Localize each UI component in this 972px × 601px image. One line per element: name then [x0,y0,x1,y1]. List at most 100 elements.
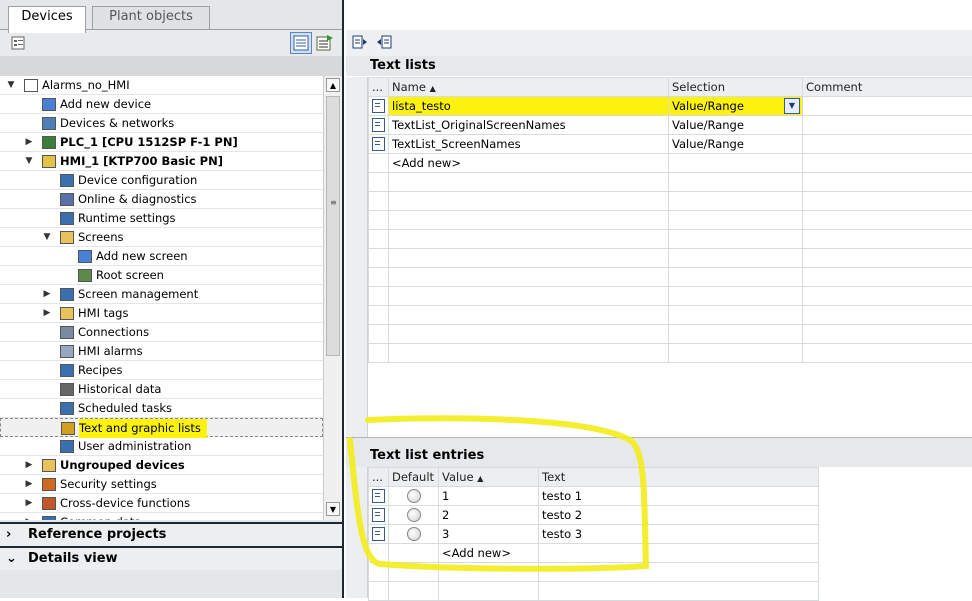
wrench-icon [60,212,74,225]
tree-item[interactable]: Text and graphic lists [0,418,323,437]
tree-item[interactable]: ▶HMI tags [0,304,323,323]
empty-cell [389,325,669,344]
collapse-all-icon[interactable] [376,34,392,50]
expand-right-icon[interactable]: ▶ [24,494,34,513]
row-handle[interactable] [369,135,389,154]
properties-icon[interactable] [10,35,26,51]
tree-item[interactable]: ▼ HMI_1 [KTP700 Basic PN] [0,152,323,171]
column-header-dots[interactable]: ... [369,78,389,97]
text-list-selection-cell[interactable]: Value/Range [669,135,803,154]
tree-item[interactable]: HMI alarms [0,342,323,361]
tree-item[interactable]: Device configuration [0,171,323,190]
dropdown-arrow-icon[interactable]: ▼ [784,98,800,114]
empty-cell [803,306,972,325]
expand-down-icon[interactable]: ▼ [42,228,52,247]
tree-item[interactable]: ▼Alarms_no_HMI [0,76,323,95]
tab-devices[interactable]: Devices [8,6,86,33]
text-list-name-cell[interactable]: lista_testo [389,97,669,116]
text-list-comment-cell[interactable] [803,135,972,154]
tree-item[interactable]: Add new device [0,95,323,114]
tree-item[interactable]: User administration [0,437,323,456]
column-header-comment[interactable]: Comment [803,78,972,97]
expand-down-icon[interactable]: ▼ [24,152,34,171]
chevron-right-icon[interactable]: › [6,524,11,546]
expand-right-icon[interactable]: ▶ [42,304,52,323]
add-new-cell[interactable]: <Add new> [389,154,669,173]
text-lists-gutter [346,77,368,437]
tree-item[interactable]: Add new screen [0,247,323,266]
empty-cell [369,230,389,249]
text-list-row[interactable]: TextList_OriginalScreenNamesValue/Range [369,116,972,135]
text-list-name: TextList_ScreenNames [392,137,521,151]
tree-toolbar [0,30,342,56]
tree-item[interactable]: ▶Ungrouped devices [0,456,323,475]
sort-ascending-icon: ▲ [430,84,436,93]
text-list-selection-cell[interactable]: Value/Range▼ [669,97,803,116]
tree-item[interactable]: ▼Screens [0,228,323,247]
scroll-down-arrow-icon[interactable]: ▼ [326,502,340,516]
tree-item[interactable]: Historical data [0,380,323,399]
details-view-bar[interactable]: ⌄ Details view [0,546,342,570]
text-list-comment-cell[interactable] [803,116,972,135]
tree-item[interactable]: Online & diagnostics [0,190,323,209]
empty-cell [803,173,972,192]
add-new-label: <Add new> [392,156,461,170]
row-handle[interactable] [369,97,389,116]
expand-down-icon[interactable]: ▼ [6,76,16,95]
expand-right-icon[interactable]: ▶ [42,285,52,304]
chevron-down-icon[interactable]: ⌄ [6,548,17,570]
security-icon [42,478,56,491]
empty-cell [389,268,669,287]
tree-item[interactable]: ▶PLC_1 [CPU 1512SP F-1 PN] [0,133,323,152]
tree-item[interactable]: ▶Screen management [0,285,323,304]
plc-icon [42,136,56,149]
tree-item[interactable]: ▶Security settings [0,475,323,494]
tree-item[interactable]: Devices & networks [0,114,323,133]
tree-item-label: HMI_1 [KTP700 Basic PN] [60,152,223,171]
text-lists-header-row: ... Name ▲ Selection Comment [369,78,972,97]
empty-cell [389,249,669,268]
expand-right-icon[interactable]: ▶ [24,456,34,475]
empty-cell [369,268,389,287]
grip-icon: ≡ [330,201,337,205]
column-header-selection[interactable]: Selection [669,78,803,97]
scroll-up-arrow-icon[interactable]: ▲ [326,78,340,92]
expand-right-icon[interactable]: ▶ [24,475,34,494]
text-list-name-cell[interactable]: TextList_OriginalScreenNames [389,116,669,135]
highlight-annotation [340,410,680,590]
text-list-row[interactable]: lista_testoValue/Range▼ [369,97,972,116]
overview-view-icon[interactable] [290,32,312,54]
tree-item[interactable]: Recipes [0,361,323,380]
scrollbar-thumb[interactable]: ≡ [326,96,340,356]
tree-item-label: Add new screen [96,247,188,266]
text-list-row-icon [372,118,385,132]
text-list-row[interactable]: TextList_ScreenNames Value/Range [369,135,972,154]
expand-right-icon[interactable]: ▶ [24,513,34,520]
tree-item[interactable]: Runtime settings [0,209,323,228]
empty-cell [669,325,803,344]
project-tree: ▼Alarms_no_HMIAdd new deviceDevices & ne… [0,76,323,520]
empty-cell [369,325,389,344]
column-header-name[interactable]: Name ▲ [389,78,669,97]
refresh-tree-icon[interactable] [316,34,334,52]
empty-cell [369,344,389,363]
add-new-text-list-row[interactable]: <Add new> [369,154,972,173]
expand-all-icon[interactable] [352,34,368,50]
users-icon [60,440,74,453]
empty-row [369,249,972,268]
tree-item[interactable]: Root screen [0,266,323,285]
text-list-name-cell[interactable]: TextList_ScreenNames [389,135,669,154]
tree-item[interactable]: Connections [0,323,323,342]
expand-right-icon[interactable]: ▶ [24,133,34,152]
reference-projects-bar[interactable]: › Reference projects [0,522,342,546]
reference-projects-label: Reference projects [28,524,166,546]
row-handle[interactable] [369,116,389,135]
tree-item[interactable]: ▶Cross-device functions [0,494,323,513]
tree-item[interactable]: ▶Common data [0,513,323,520]
empty-row [369,268,972,287]
tab-plant-objects[interactable]: Plant objects [92,6,210,31]
text-lists-header: Text lists [346,56,972,76]
text-list-comment-cell[interactable] [803,97,972,116]
tree-item[interactable]: Scheduled tasks [0,399,323,418]
text-list-selection-cell[interactable]: Value/Range [669,116,803,135]
